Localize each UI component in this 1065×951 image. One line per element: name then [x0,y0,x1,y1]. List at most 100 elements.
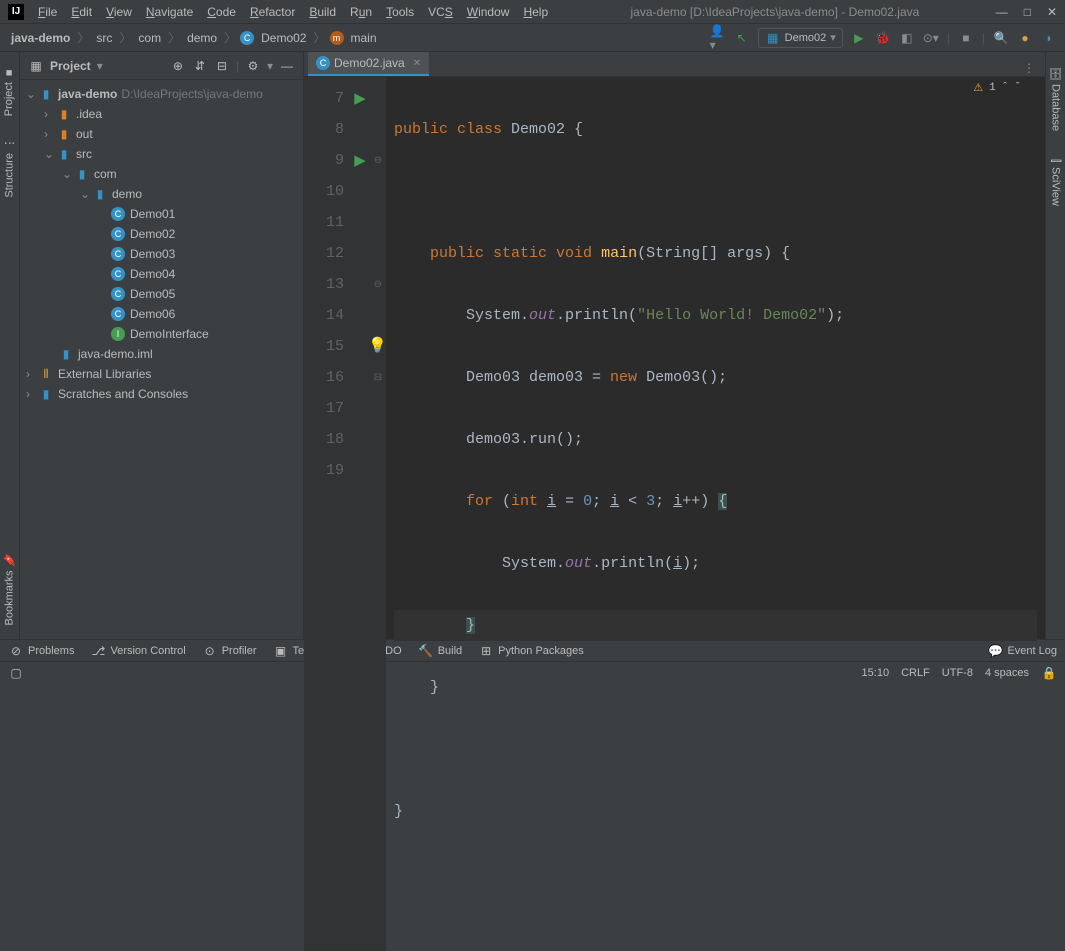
project-view-icon: ▦ [28,58,44,74]
left-tool-strip: Project■ Structure⋮ Bookmarks🔖 [0,52,20,639]
tree-class-demo03[interactable]: CDemo03 [20,244,303,264]
settings-icon[interactable]: ⚙ [245,58,261,74]
run-line-icon[interactable]: ▶ [354,151,366,170]
tree-out[interactable]: ›▮out [20,124,303,144]
breadcrumb-project[interactable]: java-demo [8,30,73,46]
class-icon: C [316,56,330,70]
menu-build[interactable]: Build [303,3,342,21]
menu-window[interactable]: Window [461,3,516,21]
profile-button[interactable]: ⊙▾ [923,30,939,46]
breadcrumb-com[interactable]: com [135,30,164,46]
project-panel-header: ▦ Project ▾ ⊕ ⇵ ⊟ | ⚙ ▾ — [20,52,303,80]
editor-more-icon[interactable]: ⋮ [1021,60,1037,76]
inspection-badge[interactable]: ⚠ 1 ˆ ˇ [973,81,1021,95]
close-button[interactable]: ✕ [1047,5,1057,19]
tool-tab-structure[interactable]: Structure⋮ [1,132,18,204]
fold-icon[interactable]: ⊖ [370,145,386,176]
code-with-me-icon[interactable]: ◗ [1041,30,1057,46]
tree-class-demo04[interactable]: CDemo04 [20,264,303,284]
run-button[interactable]: ▶ [851,30,867,46]
tab-filename: Demo02.java [334,56,405,70]
next-highlight-icon[interactable]: ˇ [1014,82,1021,94]
warning-icon: ⚠ [973,81,983,95]
breadcrumb: java-demo 〉 src 〉 com 〉 demo 〉 C Demo02 … [8,29,380,46]
code-area[interactable]: public class Demo02 { public static void… [386,77,1045,951]
tree-idea[interactable]: ›▮.idea [20,104,303,124]
hide-panel-icon[interactable]: — [279,58,295,74]
tree-com[interactable]: ⌄▮com [20,164,303,184]
add-config-icon[interactable]: 👤▾ [710,30,726,46]
fold-end-icon[interactable]: ⊟ [370,362,386,393]
menu-refactor[interactable]: Refactor [244,3,301,21]
navigation-bar: java-demo 〉 src 〉 com 〉 demo 〉 C Demo02 … [0,24,1065,52]
right-tool-strip: 🗄Database ⫿SciView [1045,52,1065,639]
debug-button[interactable]: 🐞 [875,30,891,46]
coverage-button[interactable]: ◧ [899,30,915,46]
breadcrumb-class[interactable]: Demo02 [258,30,309,46]
editor-tab-demo02[interactable]: C Demo02.java ✕ [308,52,429,76]
tree-src[interactable]: ⌄▮src [20,144,303,164]
run-config-name: Demo02 [785,32,827,44]
breadcrumb-method[interactable]: main [348,30,380,46]
tab-close-icon[interactable]: ✕ [413,58,421,69]
tree-external-libs[interactable]: ›⫴External Libraries [20,364,303,384]
warning-count: 1 [989,82,996,94]
tool-tab-bookmarks[interactable]: Bookmarks🔖 [1,547,18,631]
breadcrumb-demo[interactable]: demo [184,30,220,46]
tool-profiler[interactable]: ⊙Profiler [202,643,257,659]
menu-edit[interactable]: Edit [65,3,98,21]
run-config-selector[interactable]: ▦ Demo02 ▾ [758,28,843,48]
tree-scratches[interactable]: ›▮Scratches and Consoles [20,384,303,404]
tree-interface[interactable]: IDemoInterface [20,324,303,344]
app-icon: IJ [8,4,24,20]
tool-tab-sciview[interactable]: ⫿SciView [1048,153,1064,211]
tree-class-demo05[interactable]: CDemo05 [20,284,303,304]
tool-tab-project[interactable]: Project■ [1,60,17,122]
fold-icon[interactable]: ⊖ [370,269,386,300]
ide-update-icon[interactable]: ● [1017,30,1033,46]
tool-vcs[interactable]: ⎇Version Control [90,643,185,659]
tool-tab-database[interactable]: 🗄Database [1047,60,1064,137]
menu-vcs[interactable]: VCS [422,3,459,21]
titlebar: IJ File Edit View Navigate Code Refactor… [0,0,1065,24]
stop-button[interactable]: ■ [958,30,974,46]
statusbar-menu-icon[interactable]: ▢ [8,665,24,681]
run-line-icon[interactable]: ▶ [354,89,366,108]
intention-bulb-icon[interactable]: 💡 [368,336,387,355]
select-opened-icon[interactable]: ⊕ [170,58,186,74]
tree-iml[interactable]: ▮java-demo.iml [20,344,303,364]
expand-all-icon[interactable]: ⇵ [192,58,208,74]
prev-highlight-icon[interactable]: ˆ [1002,82,1009,94]
breadcrumb-src[interactable]: src [93,30,115,46]
editor: C Demo02.java ✕ ⋮ 789 101112 131415 1617… [304,52,1045,639]
minimize-button[interactable]: — [996,5,1008,19]
menu-view[interactable]: View [100,3,138,21]
tool-problems[interactable]: ⊘Problems [8,643,74,659]
menu-file[interactable]: File [32,3,63,21]
project-panel-title: Project [50,59,91,73]
build-hammer-icon[interactable]: ↖ [734,30,750,46]
fold-gutter: ⊖ ⊖ ⊟ ⊟ [370,77,386,951]
line-numbers: 789 101112 131415 161718 19 [304,77,350,951]
menu-code[interactable]: Code [201,3,242,21]
menu-navigate[interactable]: Navigate [140,3,199,21]
search-icon[interactable]: 🔍 [993,30,1009,46]
main-menu: File Edit View Navigate Code Refactor Bu… [32,3,554,21]
maximize-button[interactable]: □ [1024,5,1031,19]
class-icon: C [240,31,254,45]
collapse-all-icon[interactable]: ⊟ [214,58,230,74]
project-tree: ⌄▮ java-demo D:\IdeaProjects\java-demo ›… [20,80,303,639]
tree-class-demo01[interactable]: CDemo01 [20,204,303,224]
menu-help[interactable]: Help [517,3,554,21]
method-icon: m [330,31,344,45]
tree-class-demo06[interactable]: CDemo06 [20,304,303,324]
tree-demo[interactable]: ⌄▮demo [20,184,303,204]
editor-body[interactable]: 789 101112 131415 161718 19 ▶ ▶ ⊖ ⊖ ⊟ ⊟ [304,77,1045,951]
menu-run[interactable]: Run [344,3,378,21]
project-panel: ▦ Project ▾ ⊕ ⇵ ⊟ | ⚙ ▾ — ⌄▮ java-demo D… [20,52,304,639]
menu-tools[interactable]: Tools [380,3,420,21]
tree-class-demo02[interactable]: CDemo02 [20,224,303,244]
run-gutter: ▶ ▶ [350,77,370,951]
tree-root[interactable]: ⌄▮ java-demo D:\IdeaProjects\java-demo [20,84,303,104]
run-toolbar: 👤▾ ↖ ▦ Demo02 ▾ ▶ 🐞 ◧ ⊙▾ | ■ | 🔍 ● ◗ [710,28,1057,48]
